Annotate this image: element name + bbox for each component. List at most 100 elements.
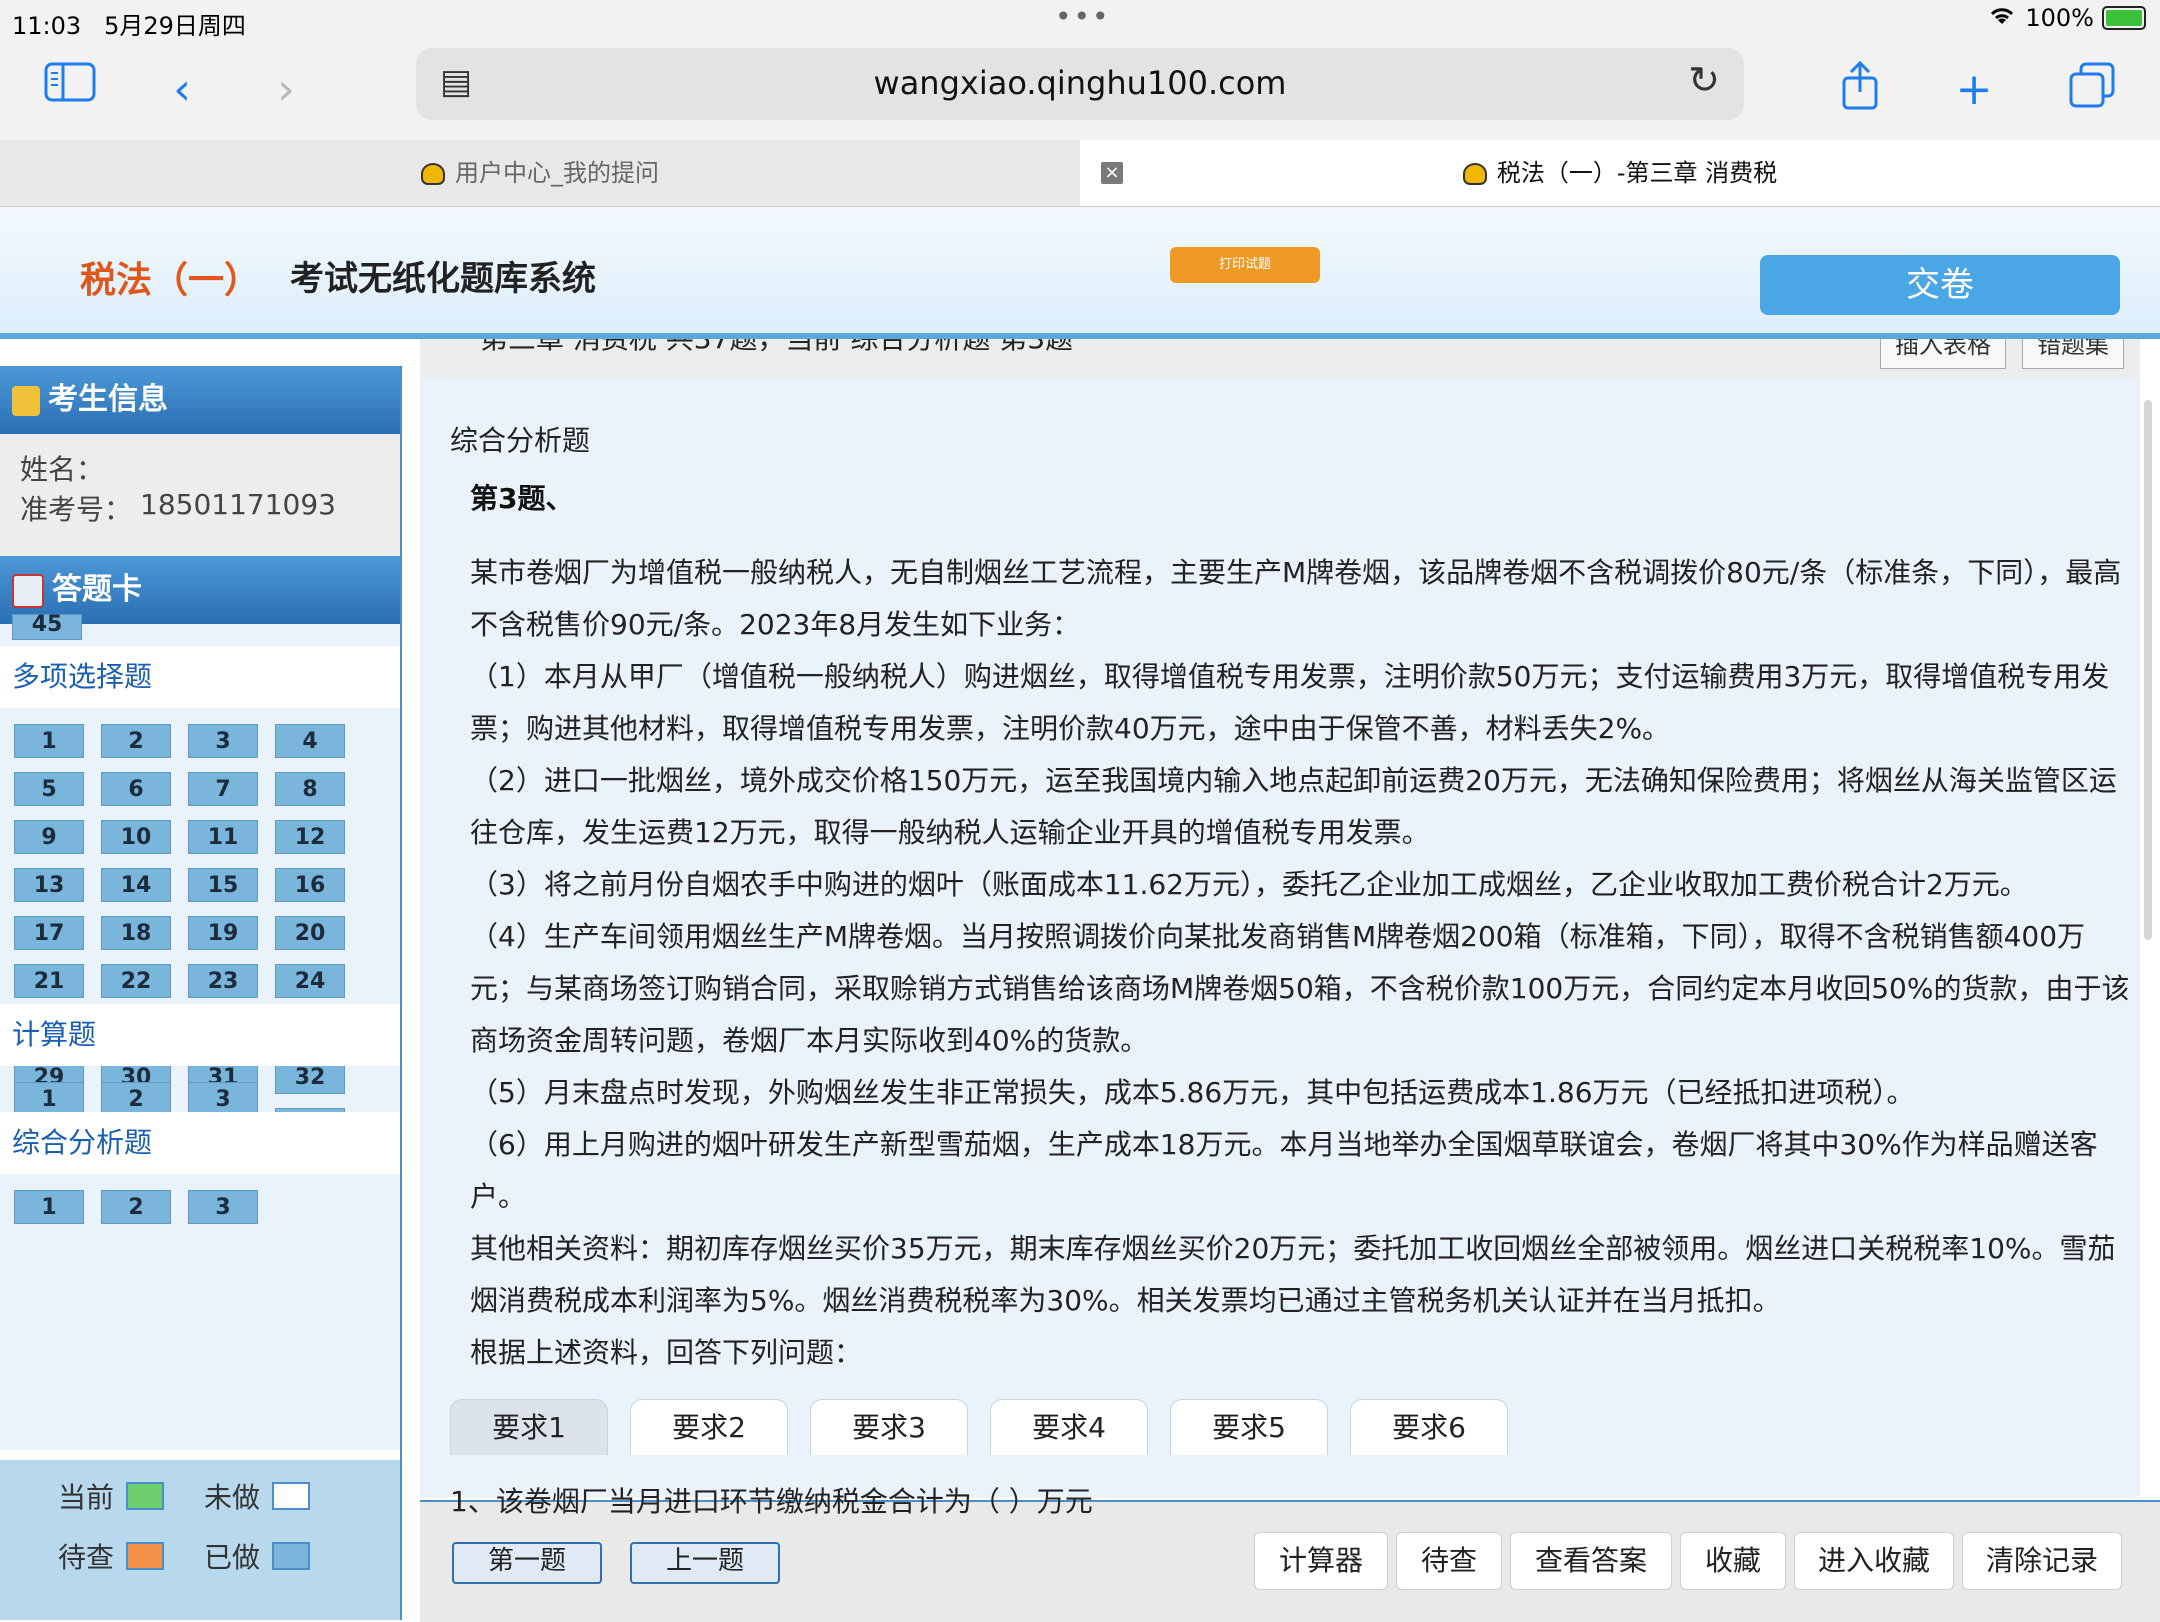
scrollbar[interactable] xyxy=(2144,400,2152,940)
tab-user-center[interactable]: 用户中心_我的提问 xyxy=(0,140,1080,206)
question-button[interactable]: 4 xyxy=(275,724,345,758)
favorite-button[interactable]: 收藏 xyxy=(1680,1532,1786,1590)
answer-card: 45 多项选择题 1 2 3 4 5 6 7 8 9 10 11 12 13 14 15 16 17 18 19 20… xyxy=(0,614,400,1450)
legend-pending: 待查 xyxy=(58,1536,165,1576)
question-button[interactable]: 2 xyxy=(101,1190,171,1224)
wrong-set-button[interactable]: 错题集 xyxy=(2022,339,2124,369)
tab-requirement-5[interactable]: 要求5 xyxy=(1170,1399,1328,1455)
question-button[interactable]: 9 xyxy=(14,820,84,854)
pending-swatch xyxy=(126,1542,165,1570)
question-button[interactable]: 1 xyxy=(14,724,84,758)
url-text[interactable]: wangxiao.qinghu100.com xyxy=(416,64,1744,102)
notepad-icon xyxy=(12,573,44,608)
tab-overview-icon[interactable] xyxy=(2062,60,2122,120)
legend-current: 当前 xyxy=(58,1476,165,1516)
question-item-1: （1）本月从甲厂（增值税一般纳税人）购进烟丝，取得增值税专用发票，注明价款50万… xyxy=(470,660,2110,745)
question-button[interactable]: 16 xyxy=(275,868,345,902)
category-calculation: 计算题 xyxy=(0,1004,400,1066)
previous-question-button[interactable]: 上一题 xyxy=(630,1542,780,1584)
name-label: 姓名： xyxy=(20,453,105,486)
question-button[interactable]: 10 xyxy=(101,820,171,854)
question-button[interactable]: 3 xyxy=(188,724,258,758)
question-button[interactable]: 1 xyxy=(14,1082,84,1116)
tab-requirement-4[interactable]: 要求4 xyxy=(990,1399,1148,1455)
back-icon[interactable]: ‹ xyxy=(152,60,212,120)
legend-undone: 未做 xyxy=(204,1476,311,1516)
battery-percent: 100% xyxy=(2025,4,2094,32)
browser-toolbar: ‹ › ▤ wangxiao.qinghu100.com ↻ + xyxy=(0,40,2160,140)
tab-requirement-6[interactable]: 要求6 xyxy=(1350,1399,1508,1455)
question-button[interactable]: 7 xyxy=(188,772,258,806)
question-button[interactable]: 6 xyxy=(101,772,171,806)
question-panel: 综合分析题 第3题、 某市卷烟厂为增值税一般纳税人，无自制烟丝工艺流程，主要生产… xyxy=(420,377,2140,1497)
question-button[interactable]: 17 xyxy=(14,916,84,950)
sidebar-toggle-icon[interactable] xyxy=(40,60,100,120)
site-favicon-icon xyxy=(421,163,445,185)
wifi-icon xyxy=(1987,4,2017,32)
question-button[interactable]: 3 xyxy=(188,1190,258,1224)
chapter-info-text: 第三章 消费税 共37题，当前 综合分析题 第3题 xyxy=(480,339,1073,357)
tab-bar: 用户中心_我的提问 税法（一）-第三章 消费税 × xyxy=(0,140,2160,207)
question-button[interactable]: 15 xyxy=(188,868,258,902)
app-header: 税法（一） 考试无纸化题库系统 打印试题 交卷 xyxy=(0,207,2160,339)
question-button[interactable]: 20 xyxy=(275,916,345,950)
submit-button[interactable]: 交卷 xyxy=(1760,255,2120,315)
new-tab-icon[interactable]: + xyxy=(1944,60,2004,120)
calculator-button[interactable]: 计算器 xyxy=(1254,1532,1388,1590)
clear-record-button[interactable]: 清除记录 xyxy=(1962,1532,2122,1590)
question-button[interactable]: 13 xyxy=(14,868,84,902)
done-swatch xyxy=(272,1542,311,1570)
tab-requirement-1[interactable]: 要求1 xyxy=(450,1399,608,1455)
status-time: 11:03 5月29日周四 xyxy=(12,12,246,40)
forward-icon[interactable]: › xyxy=(256,60,316,120)
question-item-3: （3）将之前月份自烟农手中购进的烟叶（账面成本11.62万元），委托乙企业加工成… xyxy=(470,868,2028,901)
pending-button[interactable]: 待查 xyxy=(1396,1532,1502,1590)
tab-tax-law[interactable]: 税法（一）-第三章 消费税 xyxy=(1080,140,2160,206)
status-bar: 11:03 5月29日周四 ••• 100% xyxy=(0,0,2160,40)
category-multiple-choice: 多项选择题 xyxy=(0,646,400,708)
question-button[interactable]: 14 xyxy=(101,868,171,902)
battery-icon xyxy=(2102,6,2146,30)
tab-requirement-3[interactable]: 要求3 xyxy=(810,1399,968,1455)
answer-prompt: 根据上述资料，回答下列问题： xyxy=(470,1336,863,1369)
insert-table-button[interactable]: 插入表格 xyxy=(1880,339,2006,369)
question-button[interactable]: 21 xyxy=(14,964,84,998)
share-icon[interactable] xyxy=(1830,60,1890,120)
open-favorites-button[interactable]: 进入收藏 xyxy=(1794,1532,1954,1590)
question-number: 第3题、 xyxy=(470,482,574,515)
question-button[interactable]: 2 xyxy=(101,1082,171,1116)
question-button[interactable]: 18 xyxy=(101,916,171,950)
multitask-dots-icon[interactable]: ••• xyxy=(1055,0,1111,33)
question-button[interactable]: 23 xyxy=(188,964,258,998)
reload-icon[interactable]: ↻ xyxy=(1688,58,1720,102)
question-intro: 某市卷烟厂为增值税一般纳税人，无自制烟丝工艺流程，主要生产M牌卷烟，该品牌卷烟不… xyxy=(470,556,2122,641)
site-favicon-icon xyxy=(1462,163,1487,185)
question-button[interactable]: 3 xyxy=(188,1082,258,1116)
current-swatch xyxy=(126,1482,165,1510)
candidate-info-header: 考生信息 xyxy=(0,366,400,434)
address-bar[interactable]: ▤ wangxiao.qinghu100.com ↻ xyxy=(416,48,1744,120)
question-button[interactable]: 8 xyxy=(275,772,345,806)
question-button[interactable]: 5 xyxy=(14,772,84,806)
question-item-2: （2）进口一批烟丝，境外成交价格150万元，运至我国境内输入地点起卸前运费20万… xyxy=(470,764,2117,849)
print-button[interactable]: 打印试题 xyxy=(1170,247,1320,283)
question-button[interactable]: 19 xyxy=(188,916,258,950)
question-button[interactable]: 24 xyxy=(275,964,345,998)
question-button[interactable]: 2 xyxy=(101,724,171,758)
question-button[interactable]: 1 xyxy=(14,1190,84,1224)
view-answer-button[interactable]: 查看答案 xyxy=(1510,1532,1672,1590)
undone-swatch xyxy=(272,1482,311,1510)
sidebar: 考生信息 姓名： 准考号： 18501171093 答题卡 45 多项选择题 1… xyxy=(0,366,402,1620)
user-icon xyxy=(12,385,40,416)
close-tab-icon[interactable]: × xyxy=(1101,162,1123,184)
question-button[interactable]: 22 xyxy=(101,964,171,998)
tab-requirement-2[interactable]: 要求2 xyxy=(630,1399,788,1455)
status-right: 100% xyxy=(1987,4,2146,32)
first-question-button[interactable]: 第一题 xyxy=(452,1542,602,1584)
question-button[interactable]: 12 xyxy=(275,820,345,854)
chapter-info-strip: 第三章 消费税 共37题，当前 综合分析题 第3题 插入表格 错题集 xyxy=(420,339,2140,377)
question-button[interactable]: 45 xyxy=(12,614,82,640)
category-comprehensive: 综合分析题 xyxy=(0,1112,400,1174)
question-button[interactable]: 11 xyxy=(188,820,258,854)
question-item-5: （5）月末盘点时发现，外购烟丝发生非正常损失，成本5.86万元，其中包括运费成本… xyxy=(470,1076,1915,1109)
